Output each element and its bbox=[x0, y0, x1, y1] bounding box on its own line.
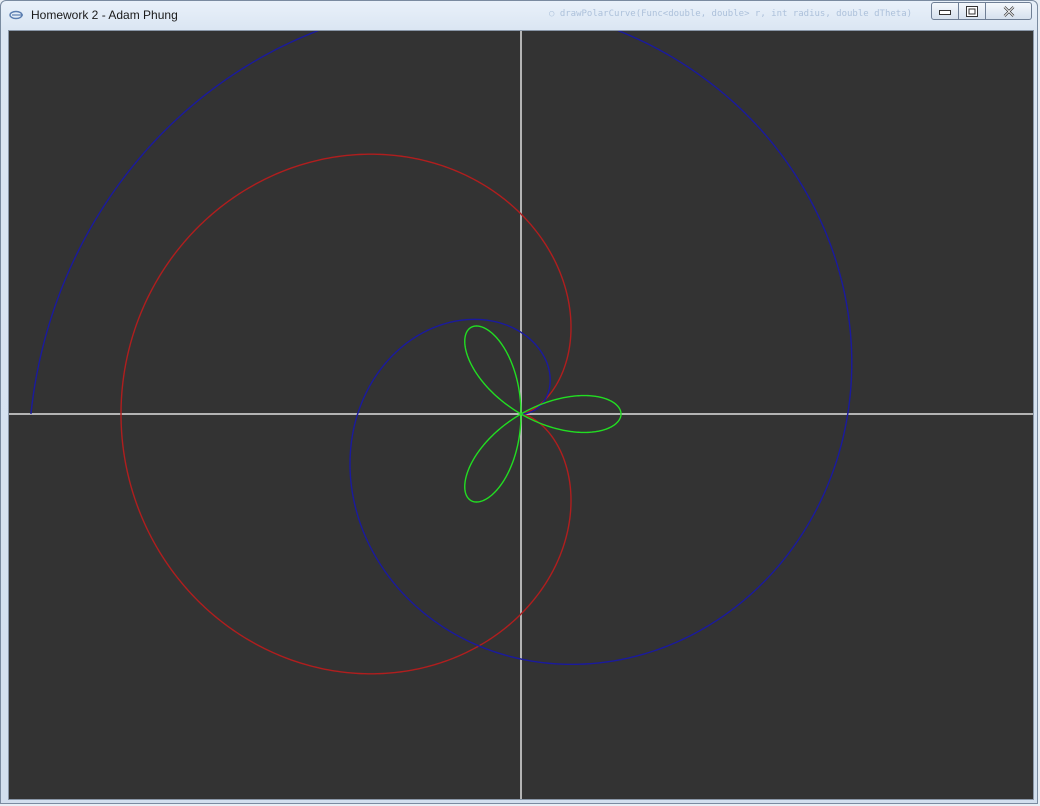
close-icon bbox=[1003, 5, 1014, 17]
minimize-icon bbox=[939, 10, 951, 15]
drawing-canvas[interactable] bbox=[8, 30, 1034, 800]
app-icon bbox=[9, 10, 23, 20]
polar-plot bbox=[9, 31, 1033, 799]
window-controls bbox=[931, 2, 1032, 21]
background-window-text: ○ drawPolarCurve(Func<double, double> r,… bbox=[549, 9, 913, 19]
close-button[interactable] bbox=[986, 2, 1032, 20]
title-bar[interactable]: Homework 2 - Adam Phung ○ drawPolarCurve… bbox=[1, 1, 1037, 29]
spiral-curve bbox=[30, 31, 853, 666]
window-title: Homework 2 - Adam Phung bbox=[31, 8, 178, 22]
minimize-button[interactable] bbox=[931, 2, 959, 20]
restore-icon bbox=[966, 5, 978, 17]
app-window: Homework 2 - Adam Phung ○ drawPolarCurve… bbox=[0, 0, 1038, 804]
maximize-button[interactable] bbox=[959, 2, 986, 20]
